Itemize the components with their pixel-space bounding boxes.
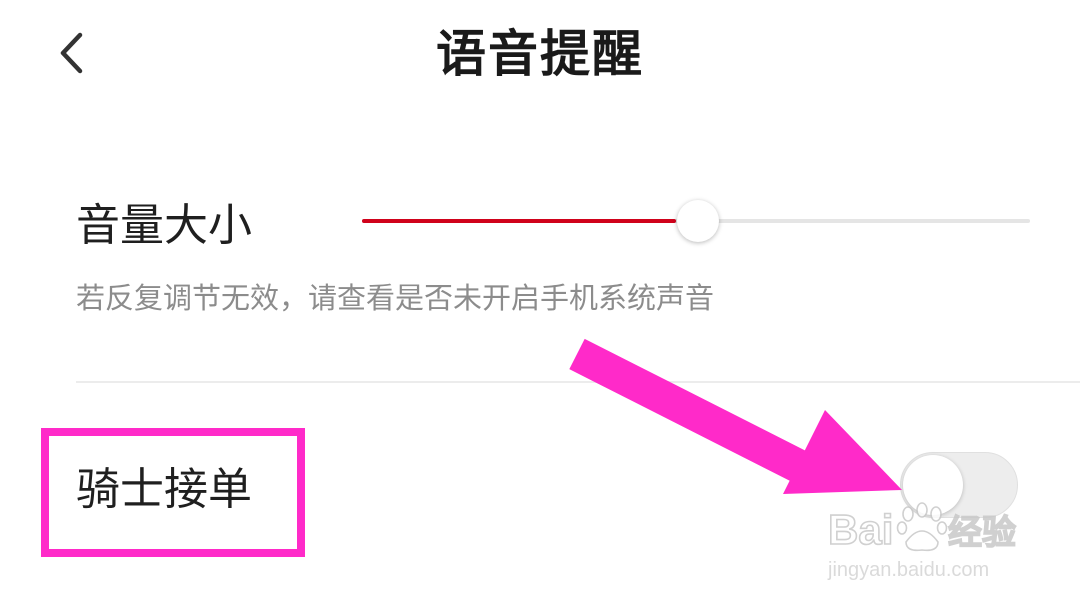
- rider-order-label: 骑士接单: [76, 464, 252, 515]
- header-bar: 语音提醒: [0, 0, 1080, 110]
- volume-label: 音量大小: [76, 200, 252, 251]
- slider-fill: [362, 219, 676, 223]
- divider: [76, 381, 1080, 383]
- volume-slider[interactable]: [362, 194, 1030, 248]
- volume-setting-row: 音量大小 若反复调节无效，请查看是否未开启手机系统声音: [0, 180, 1080, 350]
- toggle-knob: [903, 455, 963, 515]
- rider-order-toggle[interactable]: [900, 452, 1018, 518]
- volume-hint-text: 若反复调节无效，请查看是否未开启手机系统声音: [76, 281, 715, 315]
- slider-thumb[interactable]: [677, 200, 719, 242]
- page-title: 语音提醒: [436, 25, 644, 83]
